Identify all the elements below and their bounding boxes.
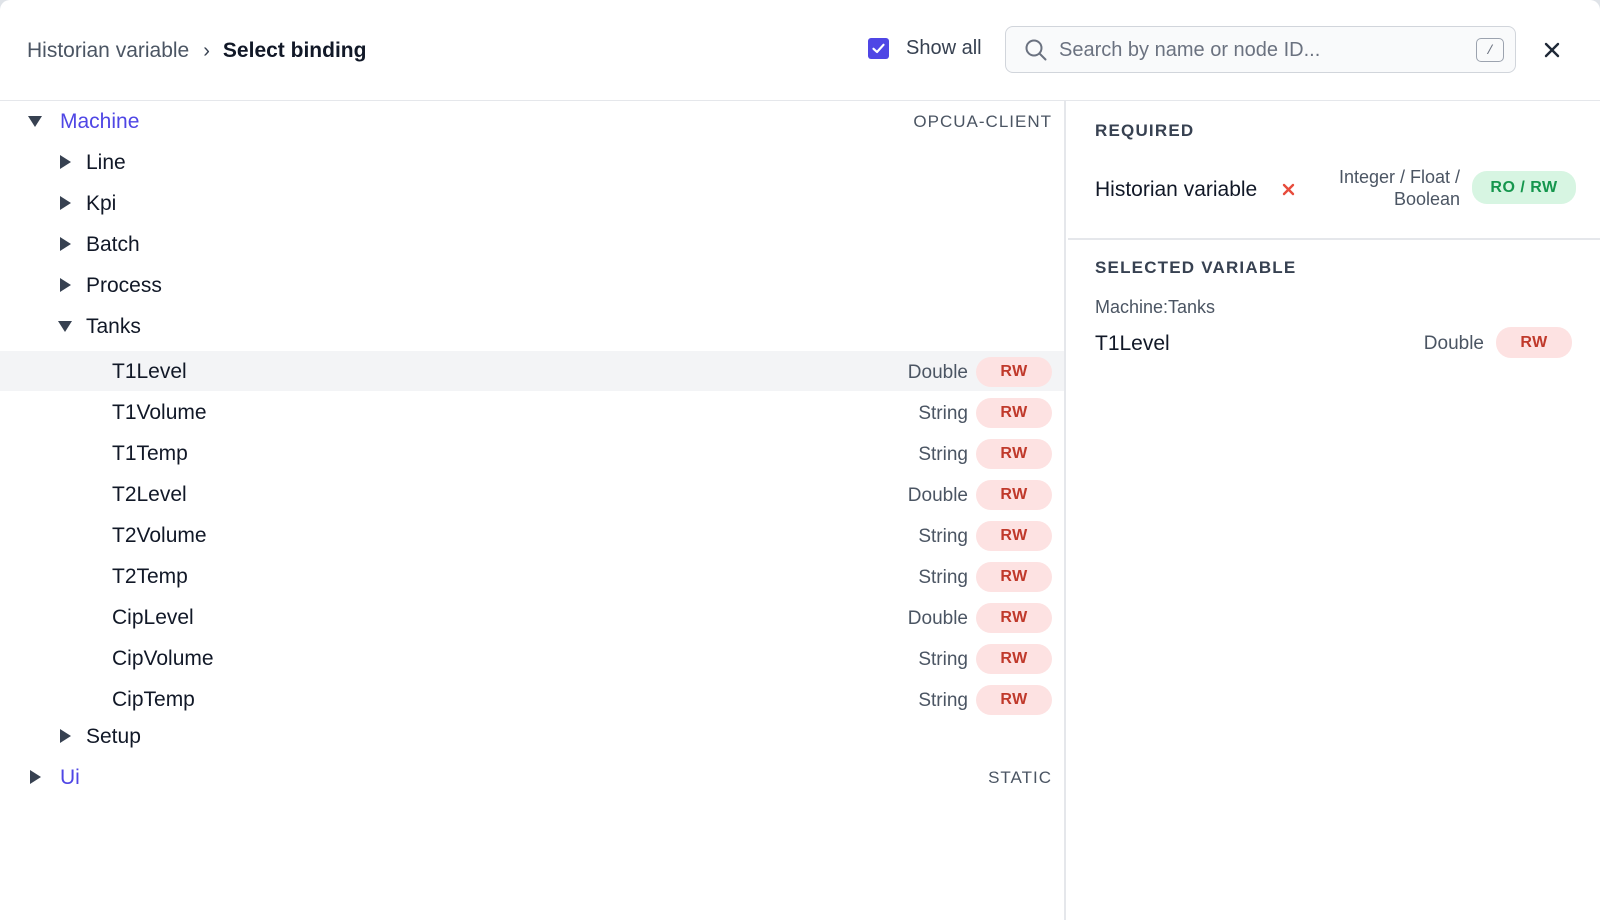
tree-node-machine[interactable]: Machine OPCUA-CLIENT — [0, 101, 1064, 141]
caret-right-icon[interactable] — [57, 195, 73, 211]
variable-type: String — [918, 403, 968, 424]
variable-row-t1temp[interactable]: T1Temp String RW — [0, 433, 1064, 473]
variable-name: T2Level — [112, 483, 187, 506]
required-types: Integer / Float / Boolean — [1300, 166, 1460, 210]
variable-type: Double — [907, 362, 968, 383]
required-section-title: REQUIRED — [1095, 121, 1195, 140]
access-badge: RW — [976, 480, 1052, 510]
caret-right-icon[interactable] — [57, 154, 73, 170]
breadcrumb-parent[interactable]: Historian variable — [27, 38, 189, 64]
required-types-line2: Boolean — [1393, 189, 1460, 209]
source-tag: OPCUA-CLIENT — [913, 112, 1052, 131]
required-access-badge: RO / RW — [1472, 171, 1576, 204]
tree-node-label: Kpi — [86, 192, 117, 215]
tree-node-label: Setup — [86, 725, 141, 748]
access-badge: RW — [976, 439, 1052, 469]
tree-node-line[interactable]: Line — [0, 142, 1064, 182]
tree-node-label: Ui — [60, 766, 80, 789]
search-shortcut-hint: / — [1476, 38, 1504, 62]
tree-node-kpi[interactable]: Kpi — [0, 183, 1064, 223]
node-tree: Machine OPCUA-CLIENT Line Kpi Batch Proc… — [0, 101, 1066, 920]
selected-section-title: SELECTED VARIABLE — [1095, 258, 1297, 277]
close-button[interactable] — [1540, 38, 1564, 62]
close-icon — [1544, 42, 1560, 58]
variable-row-cipvolume[interactable]: CipVolume String RW — [0, 638, 1064, 678]
access-badge: RW — [976, 521, 1052, 551]
access-badge: RW — [976, 685, 1052, 715]
selected-access-badge: RW — [1496, 327, 1572, 358]
caret-right-icon[interactable] — [57, 277, 73, 293]
variable-type: String — [918, 567, 968, 588]
variable-type: String — [918, 444, 968, 465]
variable-type: String — [918, 649, 968, 670]
show-all-toggle[interactable]: Show all — [868, 37, 982, 60]
variable-name: T2Volume — [112, 524, 207, 547]
required-variable-name: Historian variable — [1095, 178, 1258, 201]
variable-type: String — [918, 526, 968, 547]
variable-row-t2level[interactable]: T2Level Double RW — [0, 474, 1064, 514]
breadcrumb-separator: › — [203, 40, 210, 62]
selected-variable-type: Double — [1423, 333, 1484, 354]
selected-variable-path: Machine:Tanks — [1095, 297, 1216, 317]
variable-row-t2volume[interactable]: T2Volume String RW — [0, 515, 1064, 555]
variable-name: T1Volume — [112, 401, 207, 424]
variable-row-ciplevel[interactable]: CipLevel Double RW — [0, 597, 1064, 637]
show-all-checkbox[interactable] — [868, 38, 889, 59]
checkmark-icon — [872, 43, 885, 54]
tree-node-label: Tanks — [86, 315, 141, 338]
breadcrumb-current: Select binding — [222, 39, 367, 62]
search-box: / — [1005, 26, 1516, 73]
tree-node-ui[interactable]: Ui STATIC — [0, 757, 1064, 797]
variable-name: CipLevel — [112, 606, 194, 629]
access-badge: RW — [976, 644, 1052, 674]
x-icon — [1282, 183, 1295, 201]
access-badge: RW — [976, 357, 1052, 387]
variable-name: T2Temp — [112, 565, 188, 588]
variable-row-t2temp[interactable]: T2Temp String RW — [0, 556, 1064, 596]
access-badge: RW — [976, 603, 1052, 633]
variable-type: String — [918, 690, 968, 711]
variable-type: Double — [907, 485, 968, 506]
tree-node-label: Line — [86, 151, 126, 174]
required-types-line1: Integer / Float / — [1338, 167, 1460, 187]
caret-right-icon[interactable] — [57, 236, 73, 252]
variable-name: CipTemp — [112, 688, 195, 711]
binding-details-panel: REQUIRED Historian variable Integer / Fl… — [1068, 101, 1600, 920]
selected-variable-name: T1Level — [1095, 332, 1170, 355]
variable-name: T1Level — [112, 360, 187, 383]
variable-row-t1level[interactable]: T1Level Double RW — [0, 351, 1064, 391]
select-binding-dialog: Historian variable › Select binding Show… — [0, 0, 1600, 920]
access-badge: RW — [976, 562, 1052, 592]
tree-node-setup[interactable]: Setup — [0, 716, 1064, 756]
search-input[interactable] — [1059, 35, 1459, 65]
tree-node-label: Batch — [86, 233, 140, 256]
caret-down-icon[interactable] — [57, 318, 73, 334]
breadcrumb: Historian variable › Select binding — [27, 38, 366, 64]
search-icon — [1024, 38, 1048, 67]
access-badge: RW — [976, 398, 1052, 428]
show-all-label: Show all — [906, 37, 982, 59]
variable-row-t1volume[interactable]: T1Volume String RW — [0, 392, 1064, 432]
tree-node-label: Machine — [60, 110, 140, 133]
source-tag: STATIC — [988, 768, 1052, 787]
caret-down-icon[interactable] — [27, 113, 43, 129]
section-divider — [1068, 238, 1600, 240]
variable-name: CipVolume — [112, 647, 214, 670]
tree-node-label: Process — [86, 274, 162, 297]
variable-name: T1Temp — [112, 442, 188, 465]
dialog-header: Historian variable › Select binding Show… — [0, 0, 1600, 101]
tree-node-batch[interactable]: Batch — [0, 224, 1064, 264]
caret-right-icon[interactable] — [27, 769, 43, 785]
variable-type: Double — [907, 608, 968, 629]
tree-node-tanks[interactable]: Tanks — [0, 306, 1064, 346]
variable-row-ciptemp[interactable]: CipTemp String RW — [0, 679, 1064, 719]
caret-right-icon[interactable] — [57, 728, 73, 744]
tree-node-process[interactable]: Process — [0, 265, 1064, 305]
